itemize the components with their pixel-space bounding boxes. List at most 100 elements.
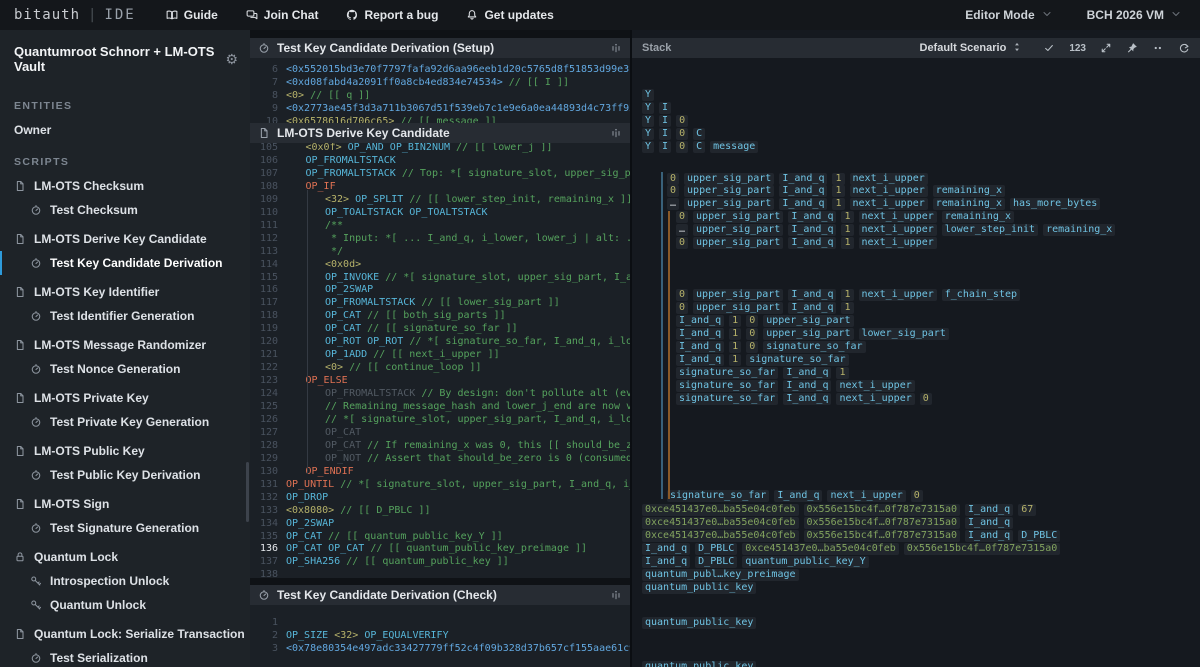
token-op: OP_2SWAP [325, 284, 373, 295]
code-text: <0x6578616d706c65> // [[ message ]] [286, 115, 497, 123]
stack-value: upper_sig_part [763, 315, 853, 327]
stack-dots-icon[interactable] [1152, 42, 1164, 54]
stack-value: 67 [1018, 504, 1036, 516]
topbar-select-editor-mode[interactable]: Editor Mode [965, 8, 1052, 23]
stack-row: 0xce451437e0…ba55e04c0feb0x556e15bc4f…0f… [642, 517, 1018, 530]
stack-value: 1 [729, 341, 741, 353]
stack-value: next_i_upper [850, 173, 928, 185]
token-flow: OP_UNTIL [286, 479, 334, 490]
sidebar-item-test-identifier-generation[interactable]: Test Identifier Generation [0, 304, 250, 328]
token-comment: // *[ signature_slot, upper_sig_part, I_… [385, 272, 630, 283]
sidebar-item-lm-ots-key-identifier[interactable]: LM-OTS Key Identifier [0, 280, 250, 304]
code-text: OP_SIZE <32> OP_EQUALVERIFY [286, 629, 449, 642]
code-line: 135OP_CAT // [[ quantum_public_key_Y ]] [250, 530, 630, 543]
doc-icon [14, 628, 26, 640]
stack-value: I [659, 115, 671, 127]
doc-icon [14, 445, 26, 457]
line-number: 134 [250, 517, 278, 530]
code-editor[interactable]: 6<0x552015bd3e70f7797fafa92d6aa96eeb1d20… [250, 58, 630, 123]
token-comment: // [[ lower_sig_part ]] [421, 297, 559, 308]
stack-row: signature_so_farI_and_q1 [676, 367, 854, 380]
sidebar-item-test-private-key-generation[interactable]: Test Private Key Generation [0, 410, 250, 434]
token-comment: // Assert that should_be_zero is 0 (cons… [367, 453, 630, 464]
test-icon [30, 416, 42, 428]
sidebar-item-lm-ots-derive-key-candidate[interactable]: LM-OTS Derive Key Candidate [0, 227, 250, 251]
code-line: 1 [250, 616, 630, 629]
script-panel-header: LM-OTS Derive Key Candidate [250, 123, 630, 143]
sidebar-item-test-public-key-derivation[interactable]: Test Public Key Derivation [0, 463, 250, 487]
code-text: * Input: *[ ... I_and_q, i_lower, lower_… [325, 232, 630, 245]
stack-value: I_and_q [788, 289, 836, 301]
stack-value: Y [642, 141, 654, 153]
token-op: OP_FROMALTSTACK [325, 297, 415, 308]
sidebar-item-lm-ots-sign[interactable]: LM-OTS Sign [0, 492, 250, 516]
key-icon [30, 575, 42, 587]
trace-toggle-icon[interactable] [610, 589, 622, 601]
gear-icon[interactable]: ⚙ [225, 52, 238, 66]
line-number: 116 [250, 283, 278, 296]
line-number: 105 [250, 143, 278, 154]
code-text: OP_SHA256 // [[ quantum_public_key ]] [286, 555, 509, 568]
sidebar-item-test-signature-generation[interactable]: Test Signature Generation [0, 516, 250, 540]
trace-toggle-icon[interactable] [610, 127, 622, 139]
sidebar-item-introspection-unlock[interactable]: Introspection Unlock [0, 569, 250, 593]
stack-value: I_and_q [676, 328, 724, 340]
sidebar-item-label: Test Checksum [50, 203, 138, 217]
stack-value: I_and_q [783, 367, 831, 379]
token-comment: // [[ lower_step_init, remaining_x ]] [409, 194, 630, 205]
token-comment: // *[ signature_slot, upper_sig_part, I_… [325, 414, 630, 425]
code-text: OP_FROMALTSTACK // Top: *[ signature_slo… [306, 167, 631, 180]
topbar-button-guide[interactable]: Guide [166, 8, 218, 22]
sidebar-item-label: Test Signature Generation [50, 521, 199, 535]
topbar-button-get-updates[interactable]: Get updates [466, 8, 553, 22]
sidebar-item-test-serialization[interactable]: Test Serialization [0, 646, 250, 667]
stack-value: 1 [832, 173, 844, 185]
stack-value: 0 [676, 141, 688, 153]
chevron-down-icon [1170, 8, 1182, 23]
sidebar-item-test-checksum[interactable]: Test Checksum [0, 198, 250, 222]
stack-body: YYIYI0YI0CYI0Cmessage0upper_sig_partI_an… [632, 58, 1200, 667]
code-editor[interactable]: 12OP_SIZE <32> OP_EQUALVERIFY3<0x78e8035… [250, 605, 630, 667]
sidebar-item-test-nonce-generation[interactable]: Test Nonce Generation [0, 357, 250, 381]
lock-icon [14, 551, 26, 563]
sidebar-item-quantum-lock-serialize-transaction[interactable]: Quantum Lock: Serialize Transaction [0, 622, 250, 646]
sidebar-item-test-key-candidate-derivation[interactable]: Test Key Candidate Derivation [0, 251, 250, 275]
sidebar-item-quantum-lock[interactable]: Quantum Lock [0, 545, 250, 569]
stack-value: 0 [911, 490, 923, 502]
stack-row: 0upper_sig_partI_and_q1next_i_upperremai… [676, 211, 1019, 224]
sidebar: Quantumroot Schnorr + LM-OTS Vault ⚙ ENT… [0, 30, 250, 667]
stack-redo-icon[interactable] [1178, 42, 1190, 54]
numeric-format-toggle[interactable]: 123 [1069, 43, 1086, 54]
line-number: 10 [250, 115, 278, 123]
token-comment: // [[ lower_j ]] [456, 143, 552, 153]
sidebar-item-lm-ots-message-randomizer[interactable]: LM-OTS Message Randomizer [0, 333, 250, 357]
stack-value: remaining_x [942, 211, 1014, 223]
stack-expand-icon[interactable] [1100, 42, 1112, 54]
logo-product: IDE [104, 7, 135, 23]
sidebar-item-owner[interactable]: Owner [0, 118, 250, 142]
trace-toggle-icon[interactable] [610, 42, 622, 54]
scenario-select[interactable]: Default Scenario [920, 41, 1024, 56]
test-icon [30, 522, 42, 534]
code-text: <32> OP_SPLIT // [[ lower_step_init, rem… [325, 193, 630, 206]
stack-check-icon[interactable] [1043, 42, 1055, 54]
sidebar-scrollbar[interactable] [246, 462, 249, 522]
line-number: 108 [250, 180, 278, 193]
stack-pin-icon[interactable] [1126, 42, 1138, 54]
stack-value: quantum_public_key [642, 582, 756, 594]
topbar-button-join-chat[interactable]: Join Chat [246, 8, 319, 22]
topbar-select-vm-version[interactable]: BCH 2026 VM [1087, 8, 1182, 23]
code-line: 7<0xd08fabd4a2091ff0a8cb4ed834e74534> //… [250, 76, 630, 89]
topbar-button-report-bug[interactable]: Report a bug [346, 8, 438, 22]
stack-value: 0 [676, 289, 688, 301]
code-text: OP_CAT // If remaining_x was 0, this [[ … [325, 439, 630, 452]
token-op: OP_CAT [286, 531, 322, 542]
sidebar-item-quantum-unlock[interactable]: Quantum Unlock [0, 593, 250, 617]
stack-value: 1 [729, 328, 741, 340]
sidebar-item-lm-ots-private-key[interactable]: LM-OTS Private Key [0, 386, 250, 410]
token-op: OP_FROMALTSTACK [306, 155, 396, 166]
sidebar-item-lm-ots-public-key[interactable]: LM-OTS Public Key [0, 439, 250, 463]
stack-value: I [659, 128, 671, 140]
sidebar-item-lm-ots-checksum[interactable]: LM-OTS Checksum [0, 174, 250, 198]
updown-icon [1011, 41, 1023, 56]
